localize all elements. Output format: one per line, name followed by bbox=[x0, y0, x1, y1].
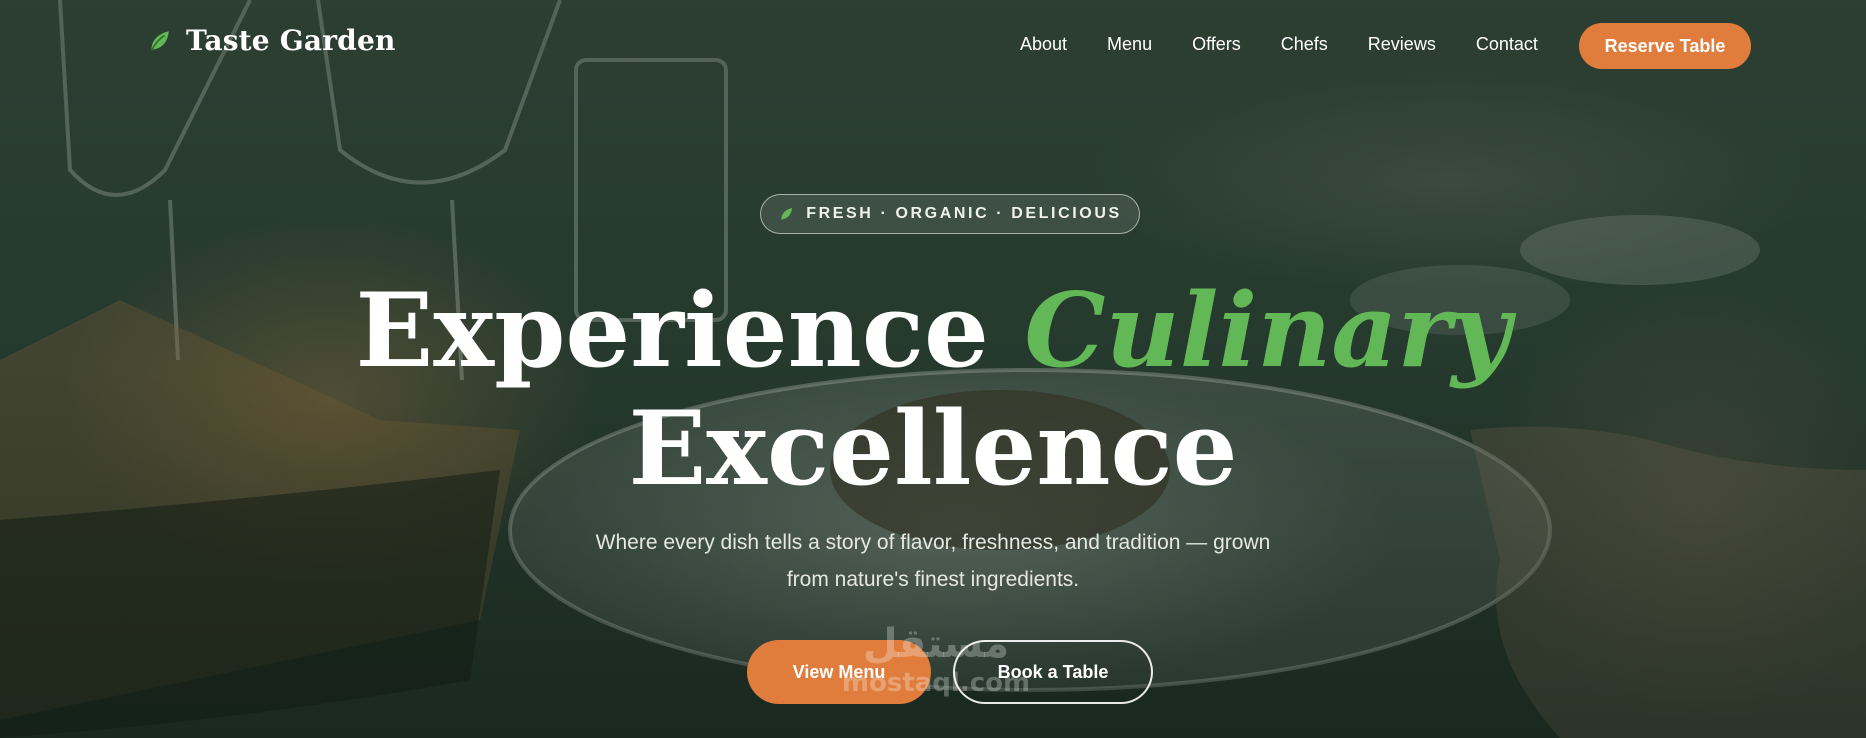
hero-badge: FRESH · ORGANIC · DELICIOUS bbox=[760, 194, 1140, 234]
nav-link-contact[interactable]: Contact bbox=[1476, 34, 1538, 55]
nav-link-reviews[interactable]: Reviews bbox=[1368, 34, 1436, 55]
badge-text: FRESH · ORGANIC · DELICIOUS bbox=[806, 205, 1122, 222]
headline-accent: Culinary bbox=[1024, 271, 1511, 391]
headline-part2: Excellence bbox=[628, 389, 1238, 509]
reserve-table-button[interactable]: Reserve Table bbox=[1579, 23, 1751, 69]
nav-link-menu[interactable]: Menu bbox=[1107, 34, 1152, 55]
nav-link-offers[interactable]: Offers bbox=[1192, 34, 1241, 55]
hero-headline: Experience Culinary Excellence bbox=[0, 272, 1866, 508]
nav-link-about[interactable]: About bbox=[1020, 34, 1067, 55]
headline-part1: Experience bbox=[355, 271, 989, 391]
leaf-icon bbox=[150, 30, 169, 51]
nav-link-chefs[interactable]: Chefs bbox=[1281, 34, 1328, 55]
nav-links: About Menu Offers Chefs Reviews Contact bbox=[1020, 34, 1538, 55]
book-table-button[interactable]: Book a Table bbox=[953, 640, 1153, 704]
brand-logo[interactable]: Taste Garden bbox=[146, 24, 396, 57]
hero-section: Taste Garden About Menu Offers Chefs Rev… bbox=[0, 0, 1866, 738]
brand-name: Taste Garden bbox=[186, 24, 396, 57]
hero-subtext: Where every dish tells a story of flavor… bbox=[595, 531, 1271, 591]
leaf-icon bbox=[781, 208, 793, 220]
view-menu-button[interactable]: View Menu bbox=[747, 640, 931, 704]
top-navigation: Taste Garden About Menu Offers Chefs Rev… bbox=[0, 0, 1866, 92]
